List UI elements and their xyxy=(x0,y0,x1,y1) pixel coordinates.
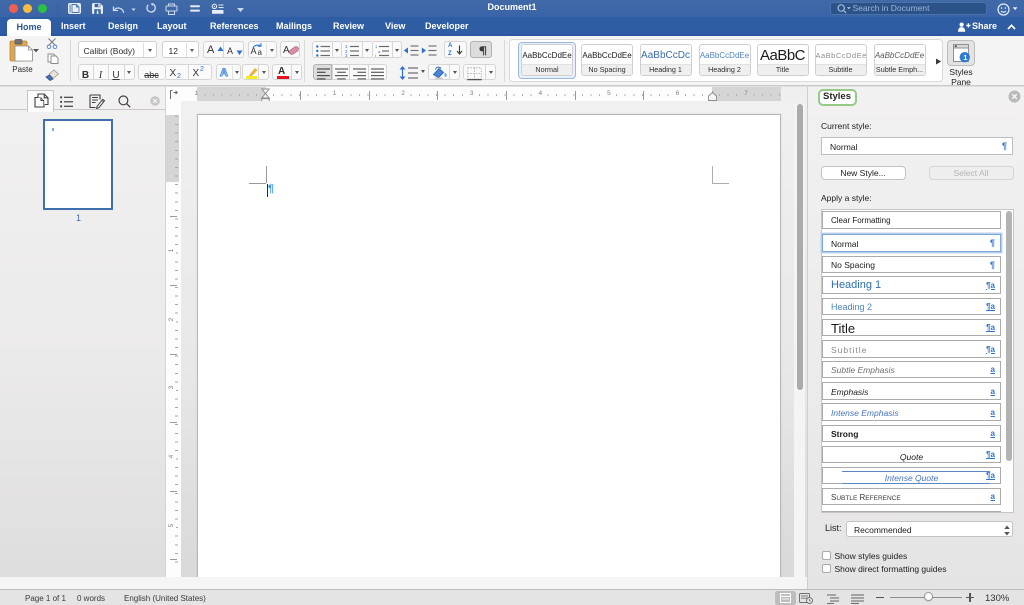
svg-text:a: a xyxy=(378,49,381,54)
svg-text:1: 1 xyxy=(963,53,967,62)
svg-text:i: i xyxy=(375,53,376,57)
svg-text:3: 3 xyxy=(345,53,348,57)
